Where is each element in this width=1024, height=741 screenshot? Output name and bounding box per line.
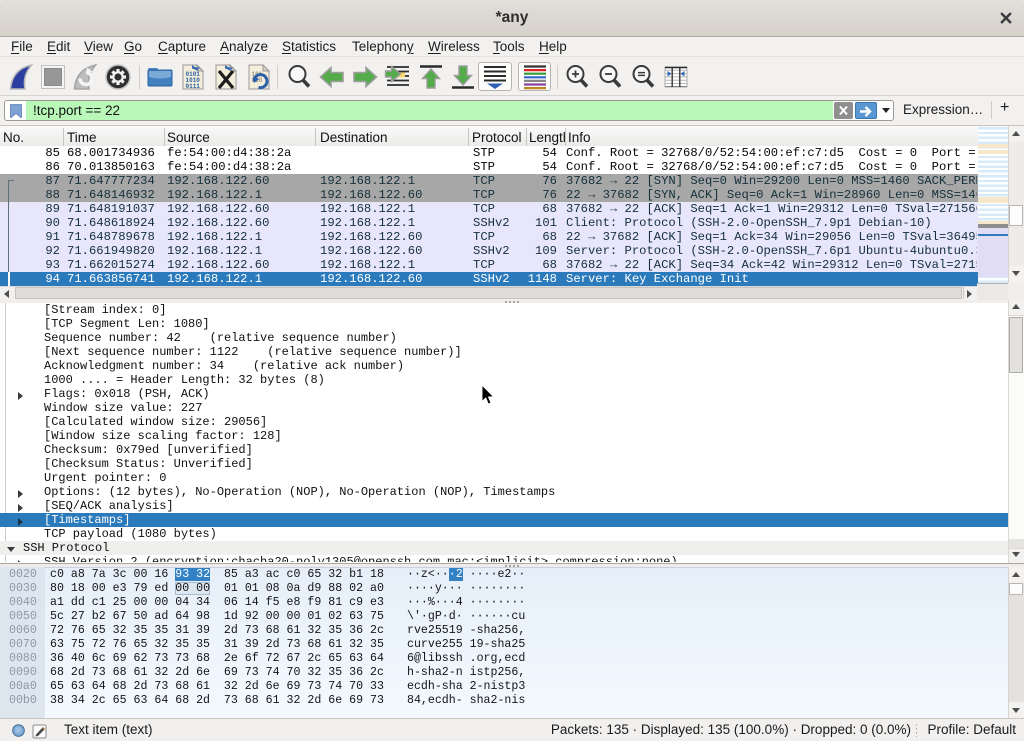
svg-text:0111: 0111 xyxy=(186,83,201,90)
